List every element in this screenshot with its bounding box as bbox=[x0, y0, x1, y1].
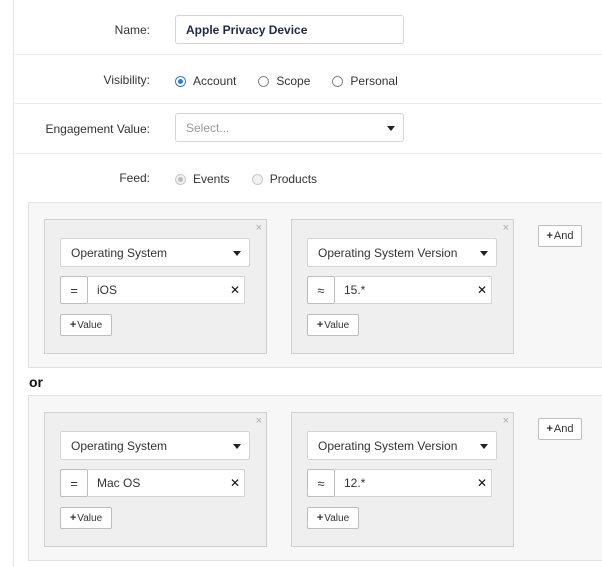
feed-events-label: Events bbox=[193, 172, 230, 186]
add-value-label: Value bbox=[77, 319, 103, 331]
visibility-personal-radio[interactable] bbox=[332, 75, 344, 87]
field-select-value: Operating System bbox=[71, 245, 168, 260]
plus-icon: + bbox=[316, 512, 324, 524]
visibility-scope-label[interactable]: Scope bbox=[276, 74, 310, 88]
divider bbox=[14, 103, 602, 104]
feed-radio-group: Events Products bbox=[175, 172, 339, 186]
add-value-button[interactable]: + Value bbox=[60, 507, 112, 529]
plus-icon: + bbox=[316, 319, 324, 331]
value-input[interactable]: Mac OS ✕ bbox=[88, 469, 245, 497]
field-select[interactable]: Operating System bbox=[60, 238, 250, 267]
field-select[interactable]: Operating System Version bbox=[307, 431, 497, 460]
operator-select[interactable]: = bbox=[60, 276, 88, 304]
visibility-personal-label[interactable]: Personal bbox=[350, 74, 397, 88]
field-select[interactable]: Operating System Version bbox=[307, 238, 497, 267]
feed-products-radio bbox=[251, 173, 263, 185]
engagement-placeholder: Select... bbox=[186, 120, 230, 135]
engagement-select[interactable]: Select... bbox=[175, 113, 404, 142]
chevron-down-icon bbox=[480, 443, 488, 449]
add-value-button[interactable]: + Value bbox=[307, 314, 359, 336]
add-value-label: Value bbox=[324, 319, 350, 331]
condition-card: × Operating System = Mac OS ✕ + Value bbox=[44, 412, 267, 547]
value-text: iOS bbox=[97, 283, 118, 297]
condition-card: × Operating System = iOS ✕ + Value bbox=[44, 219, 267, 354]
field-select[interactable]: Operating System bbox=[60, 431, 250, 460]
close-icon[interactable]: × bbox=[256, 223, 262, 234]
close-icon[interactable]: × bbox=[503, 416, 509, 427]
chevron-down-icon bbox=[233, 250, 241, 256]
clear-icon[interactable]: ✕ bbox=[477, 284, 487, 296]
add-and-button[interactable]: + And bbox=[538, 418, 582, 440]
add-and-button[interactable]: + And bbox=[538, 225, 582, 247]
operator-select[interactable]: = bbox=[60, 469, 88, 497]
name-label: Name: bbox=[114, 23, 150, 37]
condition-card: × Operating System Version ≈ 12.* ✕ + Va… bbox=[291, 412, 514, 547]
visibility-account-radio[interactable] bbox=[175, 75, 186, 87]
plus-icon: + bbox=[546, 230, 553, 242]
operator-select[interactable]: ≈ bbox=[307, 276, 335, 304]
clear-icon[interactable]: ✕ bbox=[230, 477, 240, 489]
feed-events-radio bbox=[175, 173, 186, 185]
value-input[interactable]: 15.* ✕ bbox=[335, 276, 492, 304]
clear-icon[interactable]: ✕ bbox=[230, 284, 240, 296]
divider bbox=[14, 54, 602, 55]
value-input[interactable]: iOS ✕ bbox=[88, 276, 245, 304]
condition-group-1: × Operating System = iOS ✕ + Value × Ope… bbox=[28, 202, 602, 368]
clear-icon[interactable]: ✕ bbox=[477, 477, 487, 489]
condition-group-2: × Operating System = Mac OS ✕ + Value × … bbox=[28, 395, 602, 561]
add-value-button[interactable]: + Value bbox=[60, 314, 112, 336]
name-input[interactable] bbox=[175, 15, 404, 44]
feed-label: Feed: bbox=[119, 171, 150, 185]
operator-select[interactable]: ≈ bbox=[307, 469, 335, 497]
divider bbox=[14, 153, 602, 154]
close-icon[interactable]: × bbox=[256, 416, 262, 427]
visibility-scope-radio[interactable] bbox=[258, 75, 270, 87]
value-text: Mac OS bbox=[97, 476, 141, 490]
field-select-value: Operating System Version bbox=[318, 245, 458, 260]
visibility-radio-group: Account Scope Personal bbox=[175, 74, 420, 88]
value-input[interactable]: 12.* ✕ bbox=[335, 469, 492, 497]
engagement-label: Engagement Value: bbox=[45, 122, 150, 136]
or-label: or bbox=[29, 374, 43, 390]
chevron-down-icon bbox=[480, 250, 488, 256]
value-text: 12.* bbox=[344, 476, 366, 490]
add-value-label: Value bbox=[324, 512, 350, 524]
close-icon[interactable]: × bbox=[503, 223, 509, 234]
plus-icon: + bbox=[69, 319, 77, 331]
feed-products-label: Products bbox=[269, 172, 318, 186]
add-value-label: Value bbox=[77, 512, 103, 524]
chevron-down-icon bbox=[387, 125, 395, 131]
add-value-button[interactable]: + Value bbox=[307, 507, 359, 529]
visibility-label: Visibility: bbox=[103, 73, 150, 87]
plus-icon: + bbox=[546, 423, 553, 435]
plus-icon: + bbox=[69, 512, 77, 524]
visibility-account-label[interactable]: Account bbox=[193, 74, 236, 88]
field-select-value: Operating System bbox=[71, 438, 168, 453]
condition-card: × Operating System Version ≈ 15.* ✕ + Va… bbox=[291, 219, 514, 354]
add-and-label: And bbox=[553, 423, 574, 435]
chevron-down-icon bbox=[233, 443, 241, 449]
add-and-label: And bbox=[553, 230, 574, 242]
value-text: 15.* bbox=[344, 283, 366, 297]
field-select-value: Operating System Version bbox=[318, 438, 458, 453]
